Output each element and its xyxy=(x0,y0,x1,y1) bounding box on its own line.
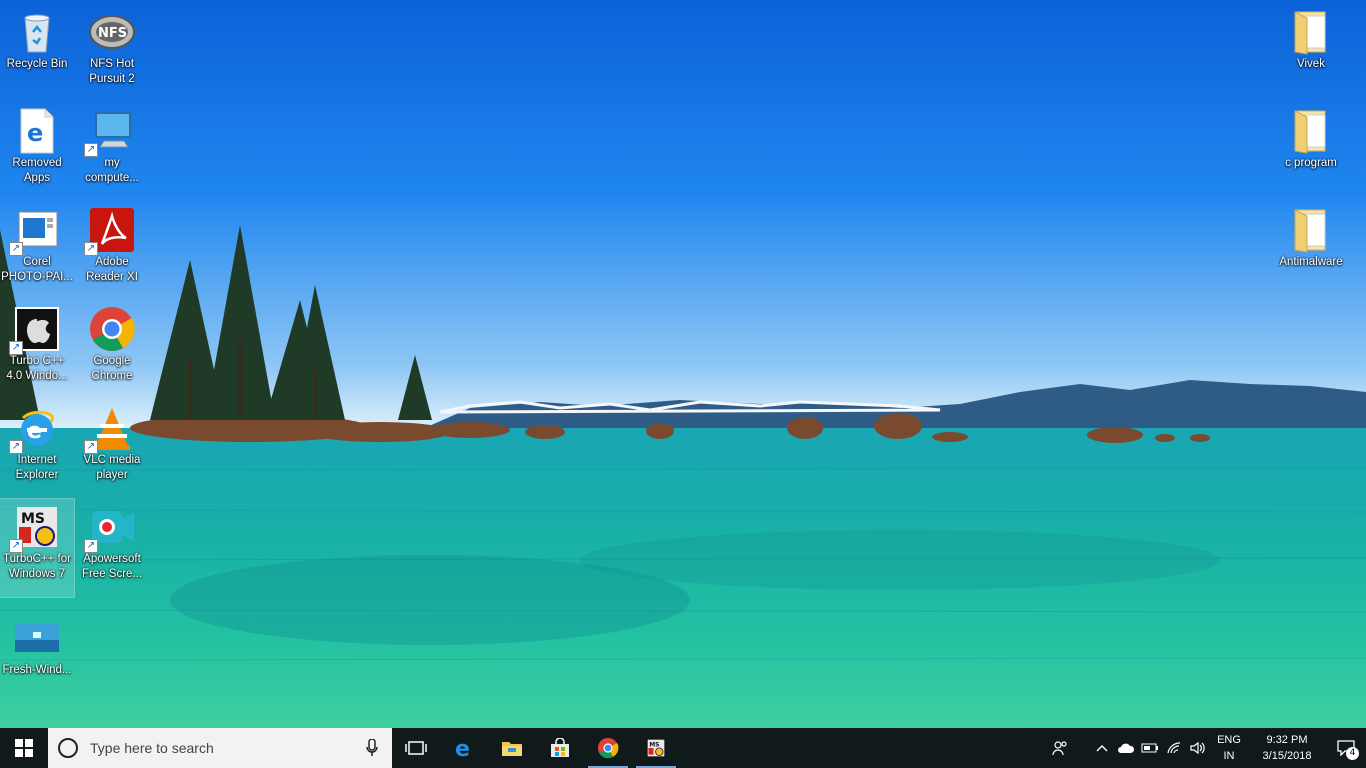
taskbar-chrome-button[interactable] xyxy=(584,728,632,768)
desktop-icon-label: Adobe Reader XI xyxy=(86,256,138,283)
computer-icon: ↗ xyxy=(84,107,136,157)
shortcut-arrow-icon: ↗ xyxy=(9,242,23,256)
desktop-icon-my-computer[interactable]: ↗ my compute... xyxy=(75,103,149,188)
task-view-button[interactable] xyxy=(392,728,440,768)
desktop-icon-recycle-bin[interactable]: Recycle Bin xyxy=(0,4,74,74)
desktop-icon-label: Google Chrome xyxy=(91,355,133,382)
search-placeholder: Type here to search xyxy=(90,740,214,756)
shortcut-arrow-icon: ↗ xyxy=(9,341,23,355)
desktop-icon-label: Antimalware xyxy=(1279,256,1343,268)
clock-time: 9:32 PM xyxy=(1266,734,1308,746)
taskbar-edge-button[interactable]: e xyxy=(440,728,488,768)
desktop-icon-label: Fresh-Wind... xyxy=(2,664,72,676)
adobe-reader-icon: ↗ xyxy=(84,206,136,256)
cortana-icon xyxy=(58,738,78,758)
nfs-icon: NFS xyxy=(88,8,136,56)
search-box[interactable]: Type here to search xyxy=(48,728,392,768)
notification-count-badge: 4 xyxy=(1346,747,1359,760)
chrome-icon xyxy=(597,737,619,759)
desktop-icon-label: Vivek xyxy=(1297,58,1325,70)
desktop-icon-label: Corel PHOTO-PAI... xyxy=(1,256,73,283)
desktop-icon-label: Turbo C++ 4.0 Windo... xyxy=(6,355,68,382)
desktop-icon-removed-apps[interactable]: e Removed Apps xyxy=(0,103,74,188)
people-icon[interactable] xyxy=(1044,728,1076,768)
svg-text:e: e xyxy=(27,119,43,147)
edge-file-icon: e xyxy=(13,107,61,155)
svg-text:e: e xyxy=(455,737,470,759)
desktop-wallpaper xyxy=(0,0,1366,728)
recycle-bin-icon xyxy=(13,8,61,56)
desktop-icon-corel[interactable]: ↗ Corel PHOTO-PAI... xyxy=(0,202,74,287)
windows-logo-icon xyxy=(15,739,33,757)
shortcut-arrow-icon: ↗ xyxy=(84,143,98,157)
vlc-icon: ↗ xyxy=(84,404,136,454)
folder-icon xyxy=(1287,107,1335,155)
lang-code: ENG xyxy=(1217,734,1241,746)
taskbar-turbo-c-button[interactable]: MS xyxy=(632,728,680,768)
corel-icon: ↗ xyxy=(9,206,61,256)
action-center-button[interactable]: 4 xyxy=(1326,728,1366,768)
desktop-icon-label: Apowersoft Free Scre... xyxy=(81,553,143,580)
taskbar-store-button[interactable] xyxy=(536,728,584,768)
taskbar: Type here to search e MS ENG IN 9:32 PM … xyxy=(0,728,1366,768)
edge-icon: e xyxy=(455,737,470,759)
chrome-icon xyxy=(88,305,136,353)
desktop-icon-google-chrome[interactable]: Google Chrome xyxy=(75,301,149,386)
desktop-folder-antimalware[interactable]: Antimalware xyxy=(1274,202,1348,272)
system-tray: ENG IN 9:32 PM 3/15/2018 4 xyxy=(1044,728,1366,768)
desktop-icon-turboc-windows7[interactable]: MS ↗ TurboC++ for Windows 7 xyxy=(0,498,75,598)
svg-text:MS: MS xyxy=(649,742,659,748)
svg-text:e: e xyxy=(27,419,42,444)
task-view-icon xyxy=(405,741,427,755)
microphone-icon[interactable] xyxy=(366,738,378,761)
start-button[interactable] xyxy=(0,728,48,768)
desktop-icon-label: Removed Apps xyxy=(12,157,62,184)
apple-logo-icon: ↗ xyxy=(9,305,61,355)
battery-icon[interactable] xyxy=(1138,728,1162,768)
shortcut-arrow-icon: ↗ xyxy=(9,539,23,553)
desktop-icon-label: Recycle Bin xyxy=(6,58,68,70)
desktop-icon-turbo-cpp-4[interactable]: ↗ Turbo C++ 4.0 Windo... xyxy=(0,301,74,386)
desktop-icon-vlc[interactable]: ↗ VLC media player xyxy=(75,400,149,485)
turbo-c-icon: MS ↗ xyxy=(9,503,61,553)
apowersoft-icon: ↗ xyxy=(84,503,136,553)
folder-icon xyxy=(1287,8,1335,56)
shortcut-arrow-icon: ↗ xyxy=(84,242,98,256)
shortcut-arrow-icon: ↗ xyxy=(84,539,98,553)
file-explorer-icon xyxy=(502,742,522,756)
onedrive-cloud-icon[interactable] xyxy=(1114,728,1138,768)
desktop-icon-label: NFS Hot Pursuit 2 xyxy=(89,58,135,85)
lang-region: IN xyxy=(1223,750,1235,762)
store-icon xyxy=(551,738,569,757)
desktop-icon-label: my compute... xyxy=(85,157,139,184)
shortcut-arrow-icon: ↗ xyxy=(84,440,98,454)
shortcut-arrow-icon: ↗ xyxy=(9,440,23,454)
desktop-icon-label: VLC media player xyxy=(83,454,141,481)
svg-text:MS: MS xyxy=(21,511,45,527)
language-indicator[interactable]: ENG IN xyxy=(1210,732,1248,764)
image-thumbnail-icon xyxy=(13,614,61,662)
volume-icon[interactable] xyxy=(1186,728,1210,768)
svg-text:NFS: NFS xyxy=(98,26,127,41)
internet-explorer-icon: e ↗ xyxy=(9,404,61,454)
desktop-folder-vivek[interactable]: Vivek xyxy=(1274,4,1348,74)
taskbar-file-explorer-button[interactable] xyxy=(488,728,536,768)
desktop-icon-adobe-reader[interactable]: ↗ Adobe Reader XI xyxy=(75,202,149,287)
desktop-icon-fresh-wind[interactable]: Fresh-Wind... xyxy=(0,610,74,680)
chevron-up-icon[interactable] xyxy=(1090,728,1114,768)
clock-date: 3/15/2018 xyxy=(1262,750,1312,762)
desktop-folder-c-program[interactable]: c program xyxy=(1274,103,1348,173)
desktop-icon-label: c program xyxy=(1285,157,1337,169)
clock[interactable]: 9:32 PM 3/15/2018 xyxy=(1248,732,1326,764)
desktop-icon-apowersoft[interactable]: ↗ Apowersoft Free Scre... xyxy=(75,499,149,584)
turbo-c-icon: MS xyxy=(647,739,665,757)
desktop-icon-internet-explorer[interactable]: e ↗ Internet Explorer xyxy=(0,400,74,485)
folder-icon xyxy=(1287,206,1335,254)
desktop-icon-label: Internet Explorer xyxy=(15,454,59,481)
desktop-icon-label: TurboC++ for Windows 7 xyxy=(3,553,71,580)
desktop-icon-nfs[interactable]: NFS NFS Hot Pursuit 2 xyxy=(75,4,149,89)
wifi-icon[interactable] xyxy=(1162,728,1186,768)
